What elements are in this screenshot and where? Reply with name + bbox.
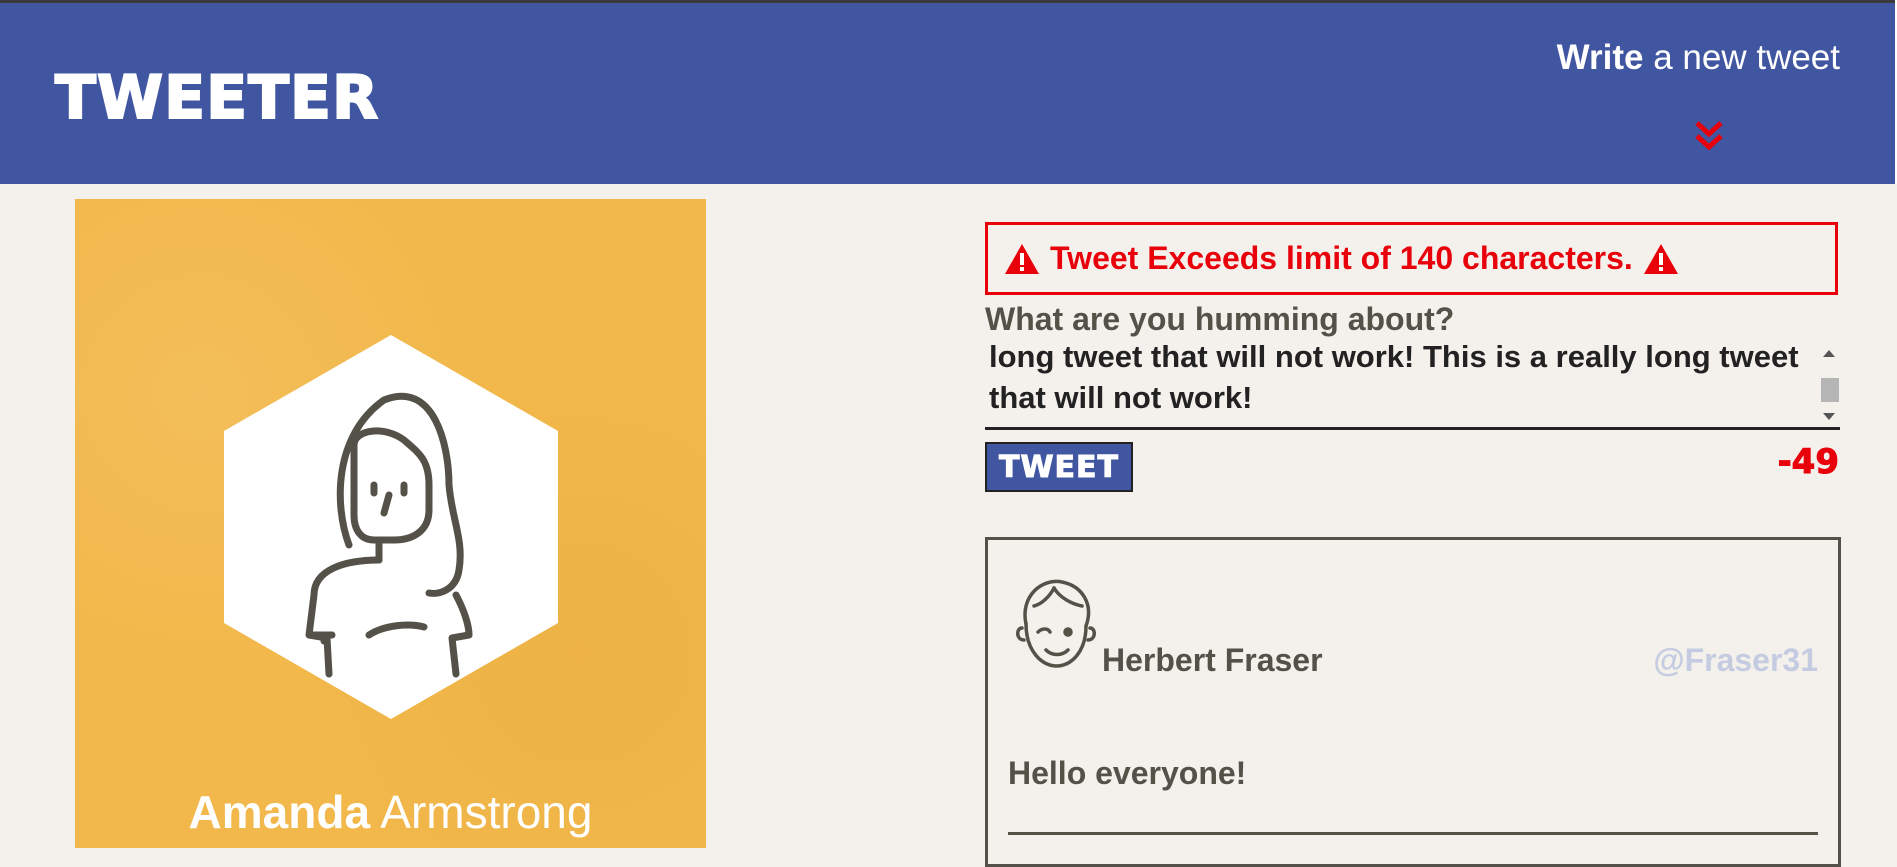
- compose-link-rest: a new tweet: [1643, 38, 1840, 77]
- scroll-up-arrow-icon[interactable]: [1823, 350, 1835, 357]
- brand-logo[interactable]: TWEETER: [54, 62, 379, 134]
- error-text: Tweet Exceeds limit of 140 characters.: [1050, 240, 1633, 276]
- warning-triangle-icon: [1643, 243, 1678, 274]
- tweet-textarea[interactable]: long tweet that will not work! This is a…: [985, 342, 1840, 430]
- scroll-thumb[interactable]: [1821, 378, 1839, 402]
- tweet-footer-divider: [1008, 832, 1818, 835]
- winking-man-avatar-icon: [1016, 579, 1096, 668]
- scroll-down-arrow-icon[interactable]: [1823, 413, 1835, 420]
- character-counter: -49: [1777, 442, 1839, 483]
- tweet-submit-button[interactable]: TWEET: [985, 442, 1133, 492]
- tweet-body: Hello everyone!: [1008, 755, 1247, 791]
- compose-link-bold: Write: [1556, 38, 1644, 77]
- tweet-textarea-value: long tweet that will not work! This is a…: [989, 342, 1799, 415]
- tweet-author-handle: @Fraser31: [1653, 642, 1818, 678]
- profile-last-name: Armstrong: [380, 786, 593, 838]
- error-message-box: Tweet Exceeds limit of 140 characters.: [985, 222, 1838, 295]
- profile-card: Amanda Armstrong: [75, 199, 706, 848]
- tweet-card: Herbert Fraser @Fraser31 Hello everyone!: [985, 537, 1841, 867]
- profile-name: Amanda Armstrong: [75, 784, 706, 840]
- warning-triangle-icon: [1005, 243, 1039, 274]
- textarea-scrollbar[interactable]: [1818, 342, 1840, 427]
- write-new-tweet-link[interactable]: Write a new tweet: [1557, 33, 1840, 83]
- profile-first-name: Amanda: [188, 786, 371, 838]
- tweet-author-name: Herbert Fraser: [1102, 642, 1323, 678]
- top-navbar: TWEETER Write a new tweet: [0, 3, 1895, 184]
- woman-avatar-icon: [224, 335, 558, 719]
- tweet-prompt-label: What are you humming about?: [985, 301, 1455, 337]
- double-chevron-down-icon[interactable]: [1692, 119, 1726, 153]
